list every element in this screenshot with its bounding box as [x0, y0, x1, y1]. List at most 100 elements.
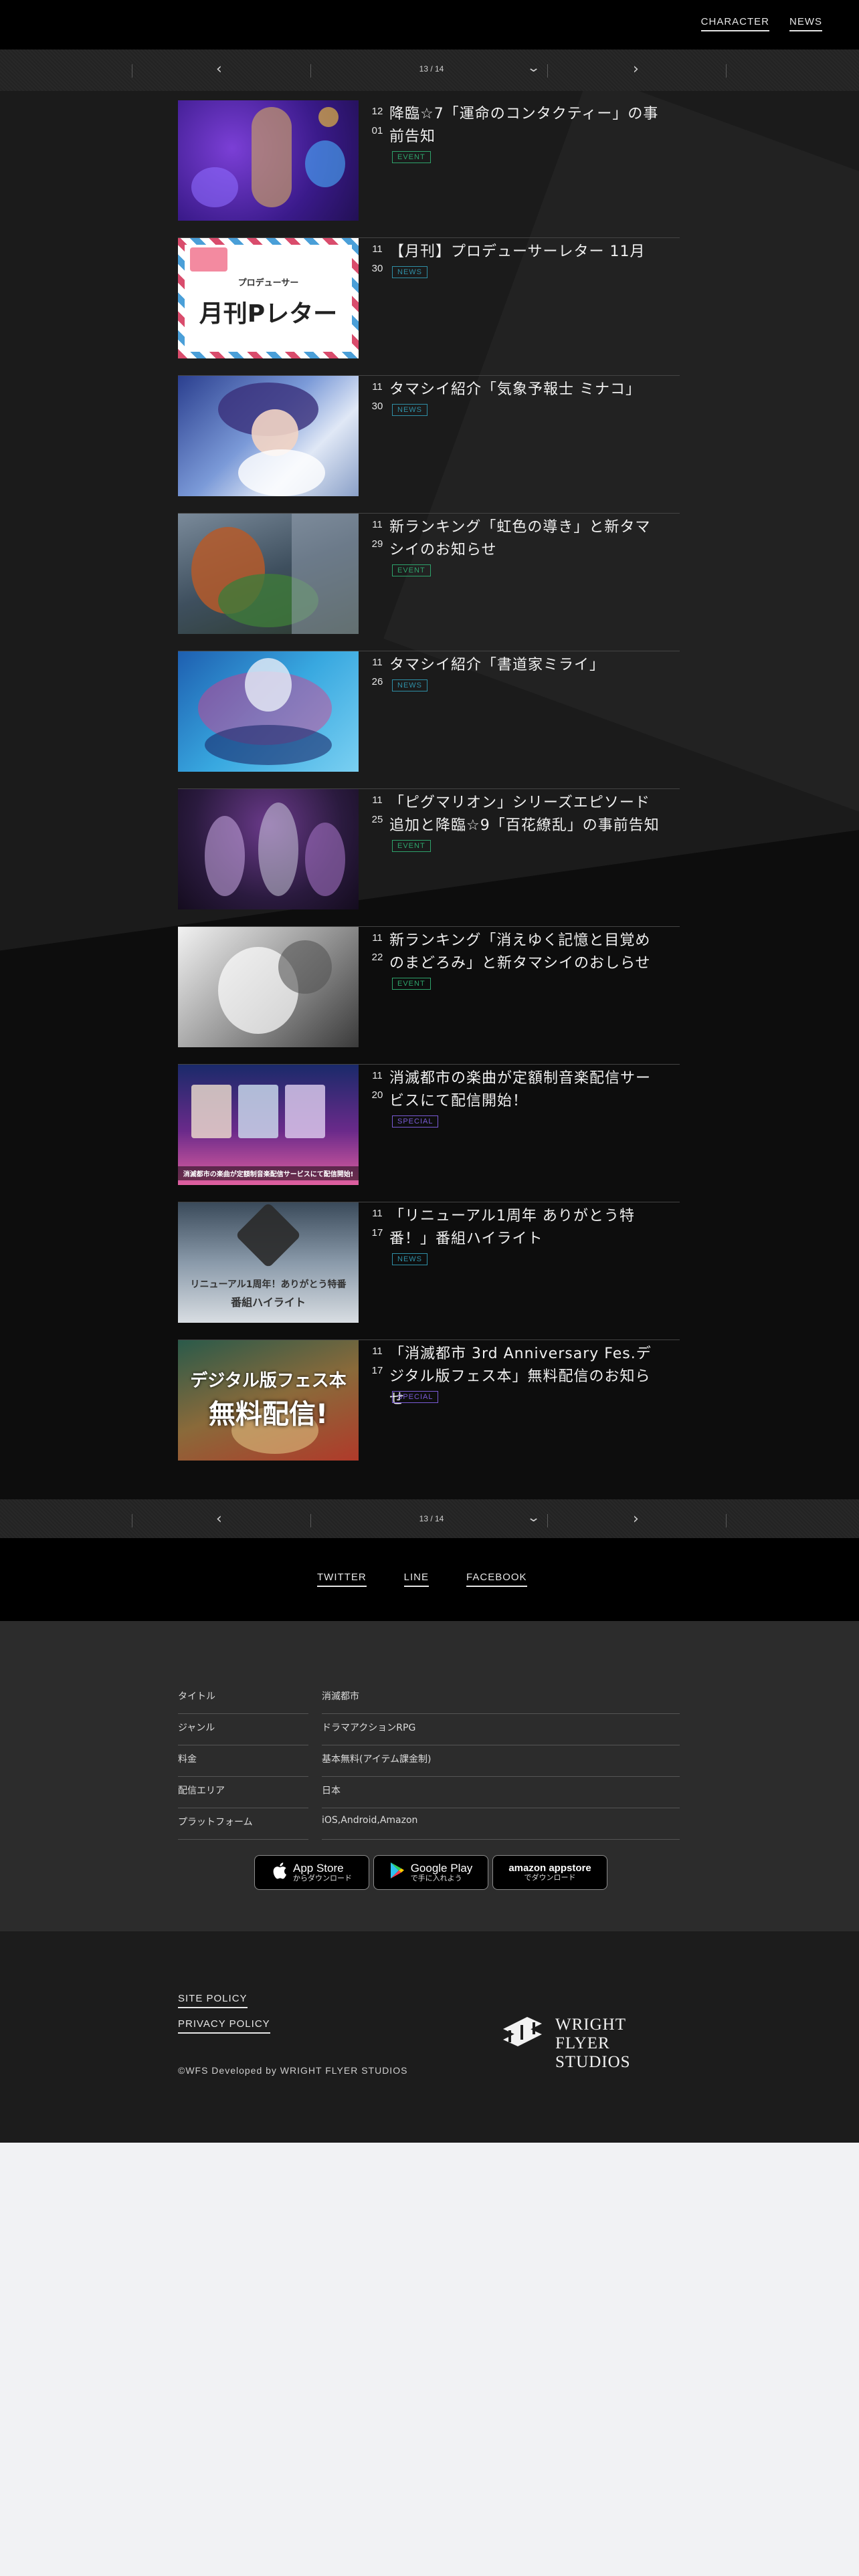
news-date: 11 20	[368, 1066, 387, 1105]
pager-select[interactable]: 13 / 14	[401, 64, 462, 74]
news-title[interactable]: 降臨☆7「運命のコンタクティー」の事前告知	[389, 103, 664, 148]
nav-character-link[interactable]: CHARACTER	[700, 16, 769, 31]
chevron-left-icon[interactable]: ‹	[216, 1510, 222, 1529]
store-name: amazon appstore	[508, 1862, 591, 1874]
store-name: Google Play	[410, 1861, 473, 1874]
news-thumbnail[interactable]: リニューアル1周年！ありがとう特番 番組ハイライト	[178, 1202, 359, 1323]
news-thumbnail[interactable]	[178, 514, 359, 634]
news-item[interactable]: 11 29 新ランキング「虹色の導き」と新タマシイのお知らせ EVENT	[178, 514, 680, 651]
logo-line: STUDIOS	[555, 2053, 631, 2071]
news-day: 01	[371, 125, 383, 136]
thumbnail-heading: 無料配信!	[208, 1399, 328, 1430]
footer: SITE POLICY PRIVACY POLICY ©WFS Develope…	[0, 1931, 859, 2143]
news-tag: SPECIAL	[392, 1115, 439, 1128]
news-day: 17	[371, 1365, 383, 1376]
news-date: 11 29	[368, 515, 387, 554]
pager-select[interactable]: 13 / 14	[401, 1514, 462, 1523]
news-thumbnail[interactable]	[178, 100, 359, 221]
info-value: iOS,Android,Amazon	[322, 1815, 680, 1840]
pager-divider	[547, 1514, 548, 1527]
news-thumbnail[interactable]	[178, 376, 359, 496]
news-tag: EVENT	[392, 978, 431, 990]
news-tag: NEWS	[392, 404, 427, 416]
chevron-right-icon[interactable]: ›	[633, 1510, 639, 1529]
amazon-appstore-button[interactable]: amazon appstore でダウンロード	[492, 1855, 607, 1890]
privacy-policy-link[interactable]: PRIVACY POLICY	[178, 2018, 270, 2034]
chevron-down-icon[interactable]: ⌄	[527, 61, 541, 75]
info-label: タイトル	[178, 1689, 308, 1714]
news-tag: NEWS	[392, 679, 427, 691]
info-value: ドラマアクションRPG	[322, 1721, 680, 1745]
news-item[interactable]: 11 30 タマシイ紹介「気象予報士 ミナコ」 NEWS	[178, 376, 680, 514]
news-day: 29	[371, 538, 383, 550]
info-row: 料金 基本無料(アイテム課金制)	[178, 1745, 680, 1777]
news-day: 25	[371, 814, 383, 825]
news-item[interactable]: 11 22 新ランキング「消えゆく記憶と目覚めのまどろみ」と新タマシイのおしらせ…	[178, 927, 680, 1065]
news-thumbnail[interactable]: プロデューサー 月刊Pレター	[178, 238, 359, 358]
news-day: 30	[371, 401, 383, 412]
news-title[interactable]: タマシイ紹介「気象予報士 ミナコ」	[389, 379, 664, 401]
news-thumbnail[interactable]	[178, 789, 359, 909]
site-policy-link[interactable]: SITE POLICY	[178, 1993, 248, 2008]
store-caption: で手に入れよう	[410, 1874, 462, 1883]
news-date: 11 22	[368, 928, 387, 967]
thumbnail-caption: 消滅都市の楽曲が定額制音楽配信サービスにて配信開始!	[178, 1166, 359, 1180]
news-thumbnail[interactable]	[178, 651, 359, 772]
social-links: TWITTER LINE FACEBOOK	[317, 1572, 565, 1587]
news-day: 20	[371, 1089, 383, 1101]
news-item[interactable]: 12 01 降臨☆7「運命のコンタクティー」の事前告知 EVENT	[178, 100, 680, 238]
chevron-left-icon[interactable]: ‹	[216, 60, 222, 79]
news-title[interactable]: タマシイ紹介「書道家ミライ」	[389, 654, 664, 677]
info-row: ジャンル ドラマアクションRPG	[178, 1714, 680, 1745]
news-item[interactable]: 消滅都市の楽曲が定額制音楽配信サービスにて配信開始! 11 20 消滅都市の楽曲…	[178, 1065, 680, 1202]
info-value: 日本	[322, 1784, 680, 1808]
news-tag: EVENT	[392, 840, 431, 852]
news-item[interactable]: リニューアル1周年！ありがとう特番 番組ハイライト 11 17 「リニューアル1…	[178, 1202, 680, 1340]
news-item[interactable]: デジタル版フェス本 無料配信! 11 17 「消滅都市 3rd Annivers…	[178, 1340, 680, 1478]
app-store-button[interactable]: App Store からダウンロード	[254, 1855, 369, 1890]
thumbnail-caption: デジタル版フェス本	[190, 1371, 347, 1391]
thumbnail-caption: リニューアル1周年！ありがとう特番	[190, 1279, 347, 1290]
news-item[interactable]: プロデューサー 月刊Pレター 11 30 【月刊】プロデューサーレター 11月 …	[178, 238, 680, 376]
facebook-link[interactable]: FACEBOOK	[466, 1572, 527, 1587]
news-tag: SPECIAL	[392, 1391, 439, 1403]
news-date: 11 25	[368, 790, 387, 829]
line-link[interactable]: LINE	[403, 1572, 430, 1587]
news-date: 12 01	[368, 102, 387, 140]
info-row: 配信エリア 日本	[178, 1777, 680, 1808]
pager-divider	[310, 1514, 311, 1527]
news-month: 11	[372, 1346, 383, 1357]
store-caption: からダウンロード	[293, 1874, 352, 1883]
twitter-link[interactable]: TWITTER	[317, 1572, 367, 1587]
pager-divider	[310, 64, 311, 78]
news-item[interactable]: 11 26 タマシイ紹介「書道家ミライ」 NEWS	[178, 651, 680, 789]
news-title[interactable]: 消滅都市の楽曲が定額制音楽配信サービスにて配信開始！	[389, 1067, 664, 1113]
news-month: 11	[372, 243, 383, 255]
news-day: 22	[371, 952, 383, 963]
news-thumbnail[interactable]	[178, 927, 359, 1047]
news-tag: NEWS	[392, 1253, 427, 1265]
news-thumbnail[interactable]: デジタル版フェス本 無料配信!	[178, 1340, 359, 1461]
news-title[interactable]: 【月刊】プロデューサーレター 11月	[389, 241, 664, 263]
news-title[interactable]: 「リニューアル1周年 ありがとう特番！」番組ハイライト	[389, 1205, 664, 1251]
news-month: 11	[372, 1070, 383, 1081]
chevron-down-icon[interactable]: ⌄	[527, 1511, 541, 1525]
news-item[interactable]: 11 25 「ピグマリオン」シリーズエピソード追加と降臨☆9「百花繚乱」の事前告…	[178, 789, 680, 927]
game-info-section: タイトル 消滅都市 ジャンル ドラマアクションRPG 料金 基本無料(アイテム課…	[0, 1621, 859, 1931]
news-tag: EVENT	[392, 151, 431, 163]
news-title[interactable]: 新ランキング「虹色の導き」と新タマシイのお知らせ	[389, 516, 664, 562]
chevron-right-icon[interactable]: ›	[633, 60, 639, 79]
top-bar: CHARACTER NEWS	[0, 0, 859, 49]
nav-news-link[interactable]: NEWS	[789, 16, 822, 31]
news-title[interactable]: 「ピグマリオン」シリーズエピソード追加と降臨☆9「百花繚乱」の事前告知	[389, 792, 664, 837]
info-label: プラットフォーム	[178, 1815, 308, 1840]
info-value: 基本無料(アイテム課金制)	[322, 1752, 680, 1777]
wright-flyer-logo[interactable]: WRIGHT FLYER STUDIOS	[500, 2012, 681, 2071]
news-date: 11 26	[368, 653, 387, 691]
news-title[interactable]: 新ランキング「消えゆく記憶と目覚めのまどろみ」と新タマシイのおしらせ	[389, 930, 664, 975]
info-label: ジャンル	[178, 1721, 308, 1745]
news-thumbnail[interactable]: 消滅都市の楽曲が定額制音楽配信サービスにて配信開始!	[178, 1065, 359, 1185]
store-caption: でダウンロード	[524, 1873, 576, 1883]
google-play-button[interactable]: Google Play で手に入れよう	[373, 1855, 488, 1890]
logo-line: WRIGHT FLYER	[555, 2016, 626, 2052]
